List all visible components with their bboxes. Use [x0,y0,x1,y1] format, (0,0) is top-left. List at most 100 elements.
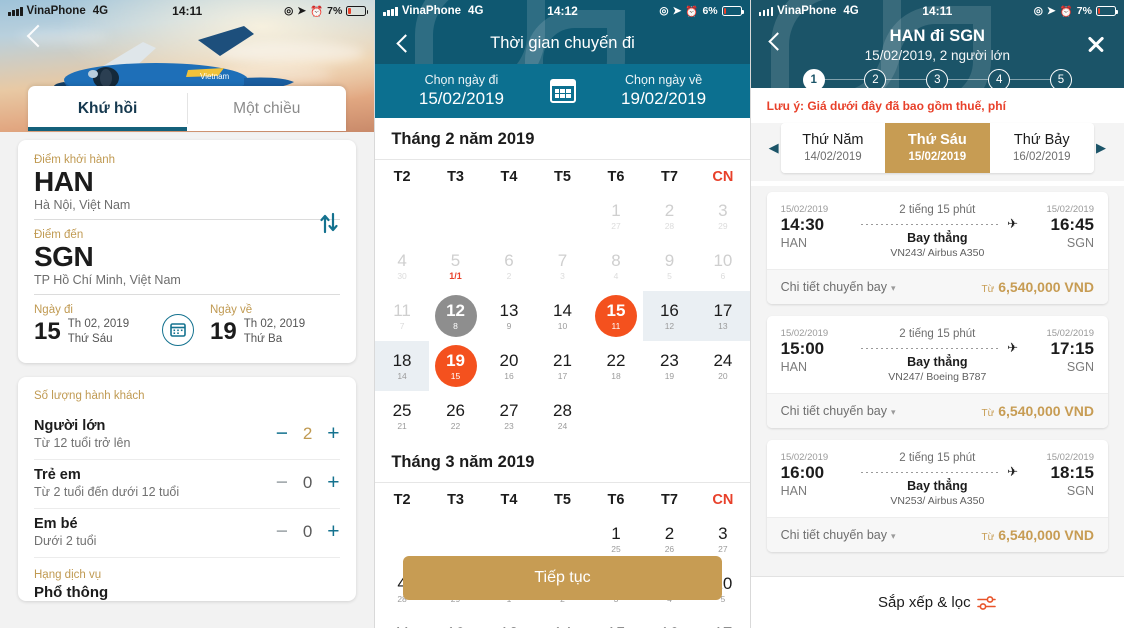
depart-weekday: Thứ Sáu [67,333,113,346]
chevron-right-icon[interactable]: ▶ [1094,123,1108,173]
calendar-day-cell[interactable]: 28 24 [536,391,589,441]
step-4[interactable]: 4 [988,69,1011,88]
calendar-day-cell[interactable]: 16 12 [642,291,697,341]
depart-date-value: 15 Th 02, 2019 Thứ Sáu [34,317,162,346]
month-title: Tháng 3 năm 2019 [391,453,535,471]
month-grid-february: 1 27 2 28 3 29 4 30 5 1/1 6 2 7 3 8 4 9 5 10 6 11 7 12 8 13 9 14 10… [375,191,750,441]
route-title: HAN đi SGN [889,27,985,45]
step-1[interactable]: 1 [802,69,825,88]
calendar-day-cell[interactable]: 25 21 [375,391,428,441]
calendar-day-cell[interactable]: 1611 [643,614,696,628]
arrival-date: 15/02/2019 [1046,204,1094,215]
return-date-selector[interactable]: Chọn ngày về 19/02/2019 [578,73,750,109]
origin-field[interactable]: Điểm khởi hành HAN Hà Nội, Việt Nam [34,154,340,212]
calendar-icon[interactable] [549,79,576,103]
calendar-day-cell[interactable]: 24 20 [696,341,749,391]
departure-time: 14:30 [780,215,825,234]
chevron-left-icon[interactable]: ◀ [767,123,781,173]
calendar-day-cell[interactable]: 149 [536,614,589,628]
depart-date-selector[interactable]: Chọn ngày đi 15/02/2019 [375,73,547,109]
tab-one-way[interactable]: Một chiều [187,86,346,131]
step-5[interactable]: 5 [1049,69,1072,88]
origin-code: HAN [34,166,94,197]
day-tab-saturday[interactable]: Thứ Bảy 16/02/2019 [989,123,1094,173]
lunar-day-number: 8 [453,320,458,331]
day-tab-weekday: Thứ Sáu [907,132,967,148]
continue-button[interactable]: Tiếp tục [403,556,722,600]
flight-list[interactable]: 15/02/2019 14:30 HAN 2 tiếng 15 phút ✈ Bay th… [750,186,1124,576]
calendar-day-cell[interactable]: 1510 [589,614,642,628]
return-month: Th 02, 2019 [243,318,306,331]
flight-card[interactable]: 15/02/2019 15:00 HAN 2 tiếng 15 phút ✈ Bay th… [766,316,1108,428]
calendar-day-cell[interactable]: 27 23 [482,391,535,441]
infant-increment-button[interactable]: + [326,521,340,542]
depart-month-weekday: Th 02, 2019 Thứ Sáu [68,317,129,346]
dow-t4: T4 [500,169,518,185]
calendar-day-cell[interactable]: 15 11 [589,291,642,341]
departure-airport: HAN [780,483,808,498]
step-2[interactable]: 2 [864,69,887,88]
calendar-day-cell[interactable]: 12 8 [429,291,482,341]
adult-decrement-button[interactable]: − [275,423,289,444]
calendar-day-cell[interactable]: 20 16 [482,341,535,391]
calendar-blank-cell [536,191,589,241]
flight-card[interactable]: 15/02/2019 16:00 HAN 2 tiếng 15 phút ✈ Bay th… [766,440,1108,552]
svg-text:Vietnam: Vietnam [200,72,230,81]
calendar-day-cell[interactable]: 1712 [696,614,749,628]
dow-t3: T3 [447,492,464,508]
calendar-day-cell[interactable]: 127 [429,614,482,628]
flight-card[interactable]: 15/02/2019 14:30 HAN 2 tiếng 15 phút ✈ Bay th… [766,192,1108,304]
calendar-icon[interactable] [162,313,194,346]
close-icon[interactable] [1086,34,1106,54]
calendar-day-cell[interactable]: 138 [482,614,535,628]
flight-detail-toggle[interactable]: Chi tiết chuyến bay ▾ [781,528,896,542]
calendar-day-cell[interactable]: 14 10 [536,291,589,341]
calendar-day-cell[interactable]: 26 22 [429,391,482,441]
adult-increment-button[interactable]: + [326,423,340,444]
child-increment-button[interactable]: + [326,472,340,493]
month-title: Tháng 2 năm 2019 [391,130,535,148]
back-button[interactable] [767,32,787,51]
flight-stop-type: Bay thẳng [907,231,968,245]
calendar-day-cell[interactable]: 23 19 [643,341,696,391]
calendar-day-cell: 4 30 [375,241,428,291]
day-tab-thursday[interactable]: Thứ Năm 14/02/2019 [780,123,886,173]
child-desc: Từ 2 tuổi đến dưới 12 tuổi [34,484,180,499]
step-3[interactable]: 3 [926,69,949,88]
tab-round-trip[interactable]: Khứ hồi [28,86,188,131]
calendar-day-cell[interactable]: 19 15 [429,341,482,391]
calendar-day-cell[interactable]: 21 17 [536,341,589,391]
infant-decrement-button[interactable]: − [275,521,289,542]
back-button[interactable] [26,24,50,48]
swap-vertical-icon[interactable] [316,210,342,236]
calendar-day-cell[interactable]: 116 [375,614,428,628]
return-date-field[interactable]: Ngày về 19 Th 02, 2019 Thứ Ba [210,304,338,346]
day-number: 22 [606,350,626,370]
sort-filter-button[interactable]: Sắp xếp & lọc [750,576,1124,628]
calendar-day-cell[interactable]: 17 13 [696,291,750,341]
battery-icon [721,6,744,16]
destination-field[interactable]: Điểm đến SGN TP Hồ Chí Minh, Việt Nam [34,229,340,287]
lunar-day-number: 12 [664,320,675,331]
flight-detail-toggle[interactable]: Chi tiết chuyến bay ▾ [781,404,896,418]
service-class-field[interactable]: Hạng dịch vụ Phổ thông [34,558,340,601]
lunar-day-number: 18 [611,370,621,381]
calendar-day-cell[interactable]: 18 14 [375,341,429,391]
day-number: 24 [713,350,733,370]
depart-date-field[interactable]: Ngày đi 15 Th 02, 2019 Thứ Sáu [34,304,162,346]
arrival-airport: SGN [1066,483,1094,498]
clock-label: 14:11 [172,4,203,18]
lunar-day-number: 13 [718,320,728,331]
price-value: 6,540,000 VND [998,527,1094,543]
day-tab-friday[interactable]: Thứ Sáu 15/02/2019 [885,123,990,173]
child-decrement-button[interactable]: − [275,472,289,493]
calendar-day-cell[interactable]: 22 18 [589,341,642,391]
departure-block: 15/02/2019 14:30 HAN [781,204,853,250]
calendar-body[interactable]: Tháng 2 năm 2019 T2 T3 T4 T5 T6 T7 CN 12… [375,118,750,628]
flight-detail-toggle[interactable]: Chi tiết chuyến bay ▾ [781,280,896,294]
return-date-label: Chọn ngày về [625,73,703,87]
back-button[interactable] [396,33,416,53]
calendar-day-cell[interactable]: 13 9 [482,291,535,341]
flight-duration: 2 tiếng 15 phút [899,328,976,340]
airplane-icon: ✈ [1007,464,1018,479]
